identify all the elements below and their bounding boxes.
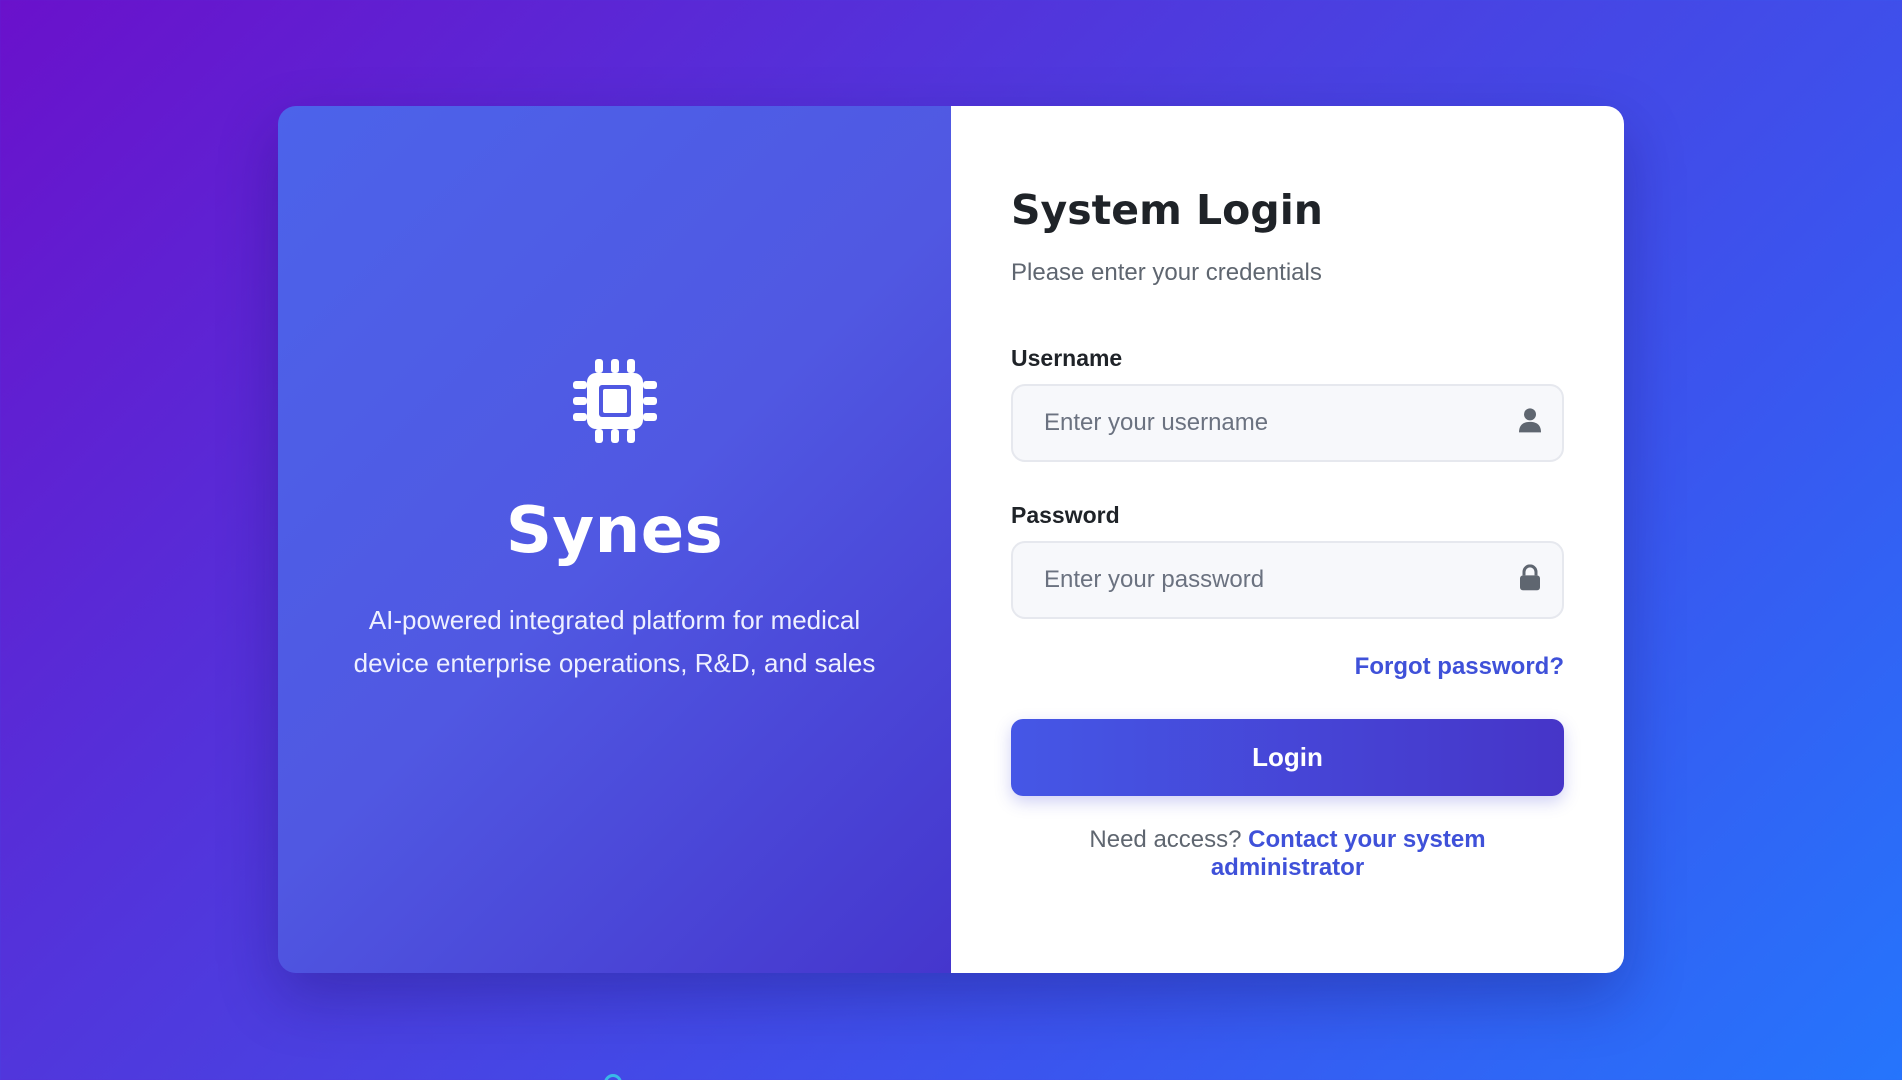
username-label: Username: [1011, 345, 1123, 372]
brand-panel: Synes AI-powered integrated platform for…: [278, 106, 951, 973]
access-help-row: Need access? Contact your system adminis…: [1011, 826, 1564, 882]
password-label: Password: [1011, 502, 1120, 529]
form-subtitle: Please enter your credentials: [1011, 259, 1322, 287]
login-card: Synes AI-powered integrated platform for…: [278, 106, 1624, 973]
username-input[interactable]: [1011, 384, 1564, 463]
user-icon: [1519, 408, 1541, 433]
password-input[interactable]: [1011, 541, 1564, 620]
form-title: System Login: [1011, 186, 1323, 234]
brand-name: Synes: [505, 493, 724, 568]
password-field-wrapper: [1011, 541, 1564, 620]
login-form-panel: System Login Please enter your credentia…: [951, 106, 1624, 973]
access-help-text: Need access?: [1089, 826, 1249, 854]
contact-admin-link[interactable]: Contact your system administrator: [1211, 826, 1486, 881]
login-button[interactable]: Login: [1011, 719, 1564, 797]
forgot-password-link[interactable]: Forgot password?: [1355, 653, 1564, 680]
lock-icon: [1520, 564, 1540, 591]
cpu-chip-icon: [572, 358, 657, 443]
loading-indicator: [604, 1074, 622, 1080]
forgot-password-row: Forgot password?: [1011, 653, 1564, 681]
username-field-wrapper: [1011, 384, 1564, 463]
brand-tagline: AI-powered integrated platform for medic…: [353, 604, 876, 678]
